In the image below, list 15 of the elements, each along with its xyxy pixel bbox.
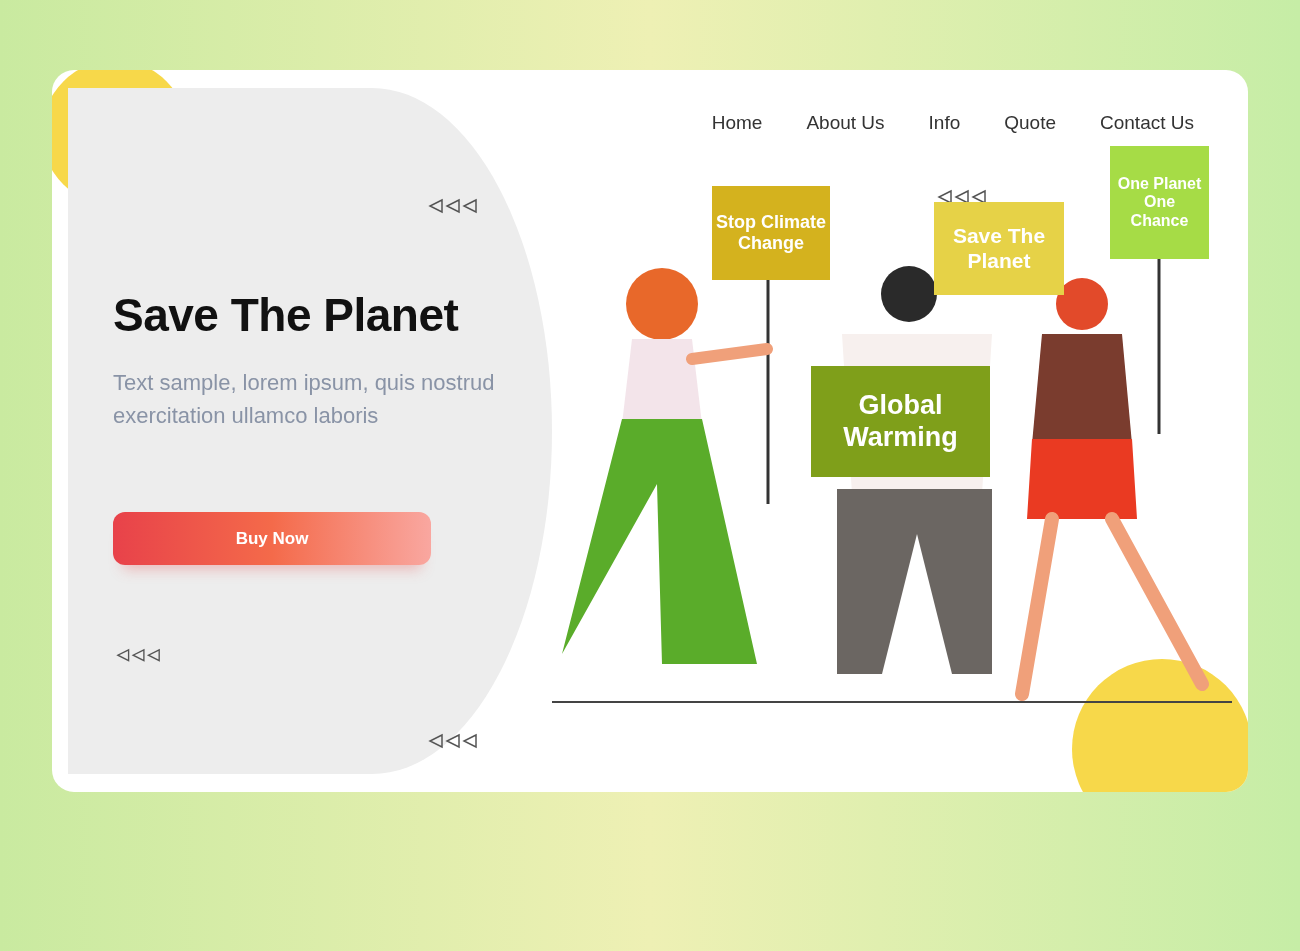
arrows-icon <box>428 733 478 749</box>
arrows-icon <box>116 648 161 663</box>
protest-sign: Stop Climate Change <box>712 186 830 280</box>
nav-link[interactable]: About Us <box>806 112 885 134</box>
arrows-icon <box>937 189 987 205</box>
hero-text: Text sample, lorem ipsum, quis nostrud exercitation ullamco laboris <box>113 369 496 430</box>
arrows-icon <box>428 198 478 214</box>
nav-link[interactable]: Home <box>711 112 763 134</box>
nav-link[interactable]: Info <box>928 112 961 134</box>
nav-link[interactable]: Quote <box>1004 112 1056 134</box>
hero-title: Save The Planet <box>113 288 460 342</box>
protest-sign: Global Warming <box>811 366 990 477</box>
protest-sign: Save The Planet <box>934 202 1064 295</box>
nav-link[interactable]: Contact Us <box>1100 112 1194 134</box>
protest-sign: One Planet One Chance <box>1110 146 1209 259</box>
